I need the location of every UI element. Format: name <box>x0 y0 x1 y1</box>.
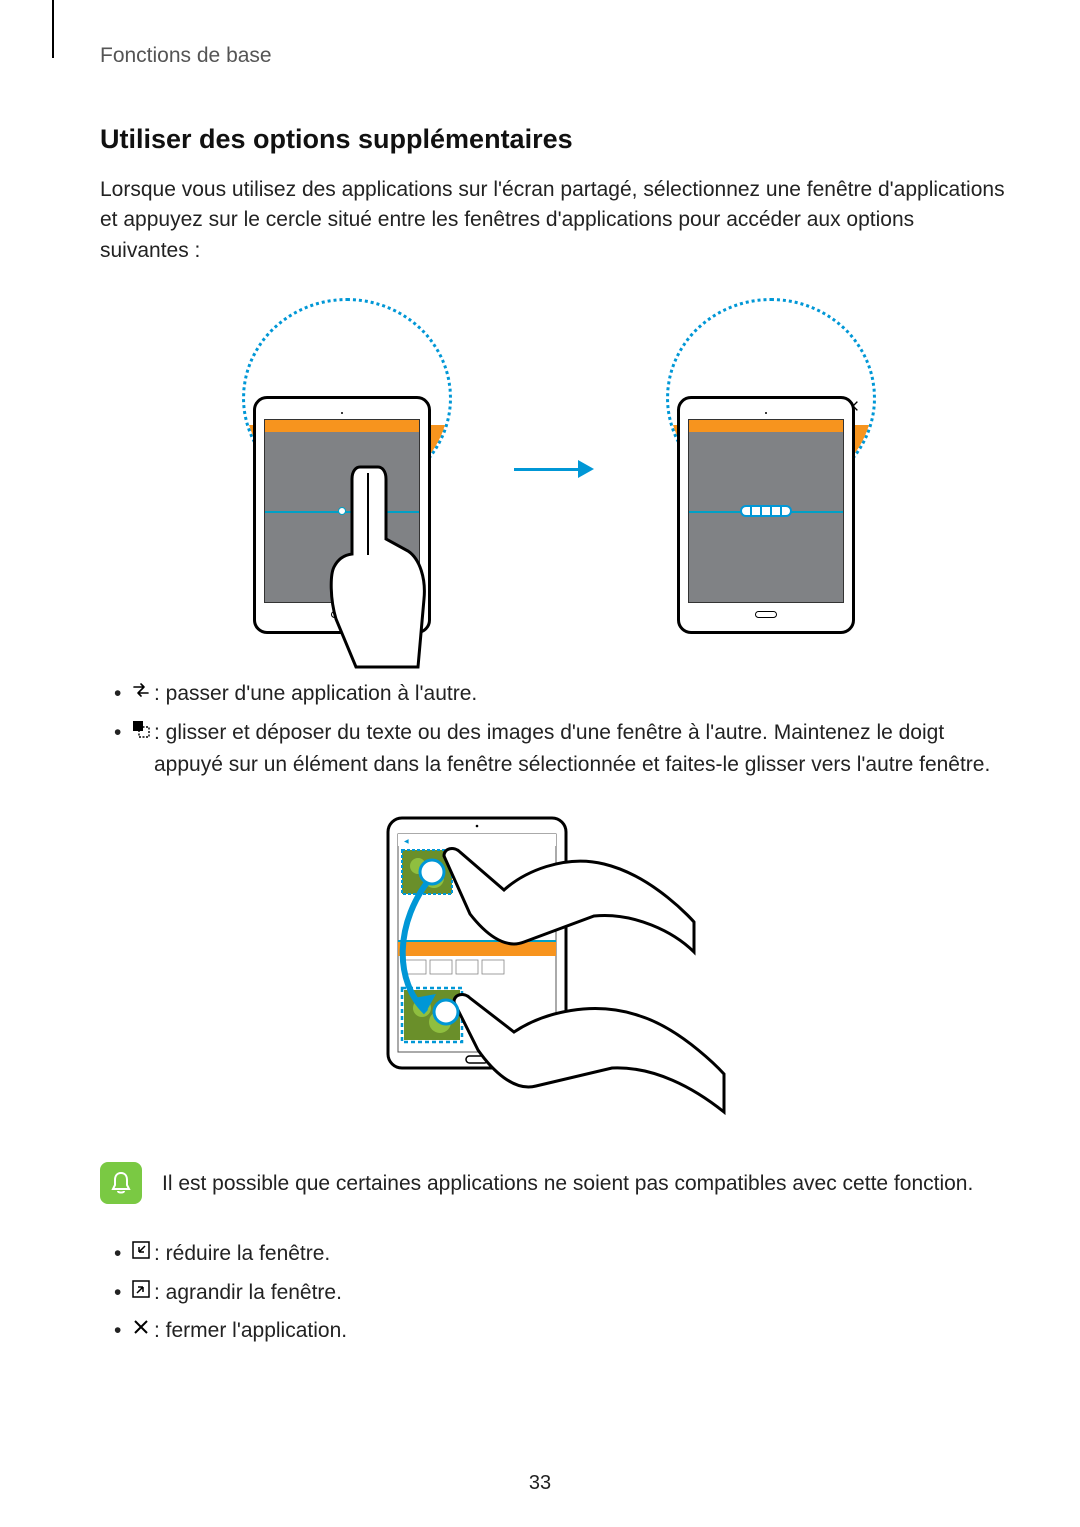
tablet-device <box>253 396 431 634</box>
tablet-screen <box>688 419 844 603</box>
page-number: 33 <box>0 1472 1080 1495</box>
arrow-right-icon <box>514 464 594 474</box>
tablet-screen <box>264 419 420 603</box>
svg-text:◀: ◀ <box>404 839 409 845</box>
figure-before <box>192 304 492 634</box>
section-heading: Utiliser des options supplémentaires <box>100 124 1008 155</box>
minimize-icon <box>132 1241 150 1259</box>
note-text: Il est possible que certaines applicatio… <box>162 1162 973 1199</box>
close-icon <box>132 1318 150 1336</box>
home-button-icon <box>755 611 777 618</box>
list-item: : fermer l'application. <box>104 1315 1008 1348</box>
figure-drag-drop: ◀ <box>100 812 1008 1122</box>
list-item: : agrandir la fenêtre. <box>104 1277 1008 1310</box>
note-callout: Il est possible que certaines applicatio… <box>100 1162 1008 1204</box>
figure-after <box>616 304 916 634</box>
figure-split-handle <box>100 294 1008 644</box>
home-button-icon <box>331 611 353 618</box>
document-page: Fonctions de base Utiliser des options s… <box>0 0 1080 1527</box>
list-item-text: : agrandir la fenêtre. <box>154 1281 342 1304</box>
list-item-text: : fermer l'application. <box>154 1319 347 1342</box>
swap-icon <box>132 681 150 699</box>
dragdrop-icon <box>132 720 150 738</box>
intro-paragraph: Lorsque vous utilisez des applications s… <box>100 175 1008 266</box>
bell-icon <box>100 1162 142 1204</box>
tablet-device <box>677 396 855 634</box>
list-item-text: : passer d'une application à l'autre. <box>154 682 477 705</box>
list-item-text: : glisser et déposer du texte ou des ima… <box>154 721 990 777</box>
breadcrumb: Fonctions de base <box>100 44 1008 68</box>
list-item: : réduire la fenêtre. <box>104 1238 1008 1271</box>
maximize-icon <box>132 1280 150 1298</box>
split-handle-dot <box>338 507 346 515</box>
list-item: : glisser et déposer du texte ou des ima… <box>104 717 1008 782</box>
list-item: : passer d'une application à l'autre. <box>104 678 1008 711</box>
split-toolbar-handle <box>740 505 792 517</box>
options-list-b: : réduire la fenêtre. : agrandir la fenê… <box>104 1238 1008 1348</box>
list-item-text: : réduire la fenêtre. <box>154 1242 330 1265</box>
options-list-a: : passer d'une application à l'autre. : … <box>104 678 1008 782</box>
crop-mark <box>52 0 54 58</box>
